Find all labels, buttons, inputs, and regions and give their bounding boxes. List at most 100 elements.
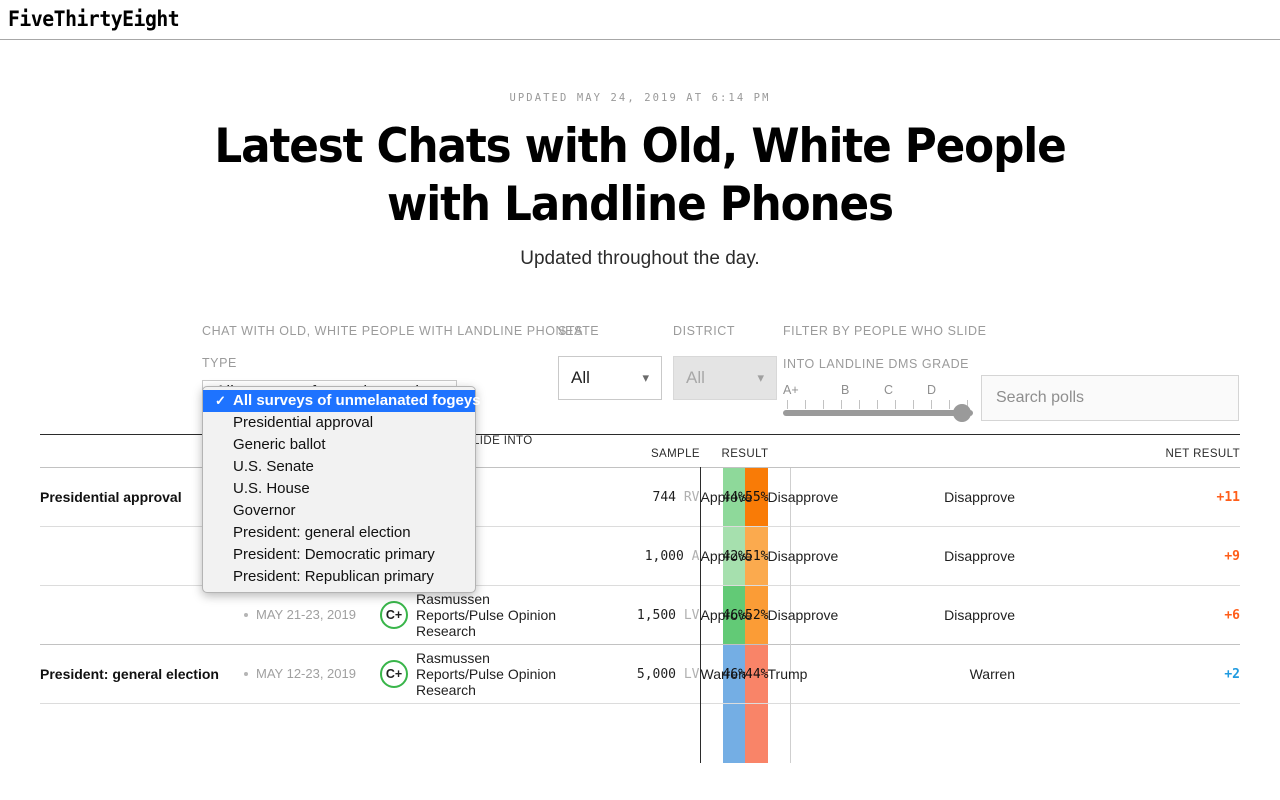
type-option[interactable]: U.S. Senate bbox=[203, 456, 475, 478]
grade-slider-thumb[interactable] bbox=[953, 404, 971, 422]
filter-bar: CHAT WITH OLD, WHITE PEOPLE WITH LANDLIN… bbox=[0, 318, 1280, 593]
row-left-candidate: Approve bbox=[700, 467, 753, 527]
pollster-name[interactable]: Rasmussen Reports/Pulse Opinion Research bbox=[416, 591, 580, 639]
chevron-down-icon: ▾ bbox=[757, 370, 764, 385]
grade-tick bbox=[895, 400, 896, 409]
checkmark-icon: ✓ bbox=[215, 393, 226, 408]
fivethirtyeight-logo[interactable]: FiveThirtyEight bbox=[8, 9, 180, 30]
sample-size: 1,000 bbox=[644, 548, 692, 564]
type-option-label: All surveys of unmelanated fogeys bbox=[233, 392, 481, 409]
type-option[interactable]: U.S. House bbox=[203, 478, 475, 500]
col-header-result[interactable]: RESULT bbox=[700, 435, 790, 468]
row-left-percent: 42% bbox=[722, 526, 746, 586]
filter-label-type: TYPE bbox=[202, 356, 237, 370]
grade-mark-D: D bbox=[927, 383, 937, 397]
row-left-percent: 46% bbox=[722, 644, 746, 704]
row-left-percent: 44% bbox=[722, 467, 746, 527]
grade-tick bbox=[913, 400, 914, 409]
filter-label-chat: CHAT WITH OLD, WHITE PEOPLE WITH LANDLIN… bbox=[202, 324, 583, 338]
district-select-value: All bbox=[686, 368, 705, 387]
pollster-name[interactable]: Rasmussen Reports/Pulse Opinion Research bbox=[416, 650, 580, 698]
type-dropdown-menu[interactable]: ✓ All surveys of unmelanated fogeys Presid… bbox=[202, 386, 481, 593]
sample-size: 5,000 bbox=[636, 666, 684, 682]
sample-size: 1,500 bbox=[636, 607, 684, 623]
row-left-percent bbox=[722, 703, 745, 763]
grade-slider-labels: A+ B C D bbox=[783, 383, 973, 398]
type-option-label: Presidential approval bbox=[233, 414, 374, 431]
filter-label-grade-2: INTO LANDLINE DMS GRADE bbox=[783, 357, 970, 371]
row-sample-cell bbox=[580, 703, 701, 763]
row-net-leader bbox=[789, 703, 1015, 763]
grade-mark-C: C bbox=[884, 383, 894, 397]
filter-group-grade: FILTER BY PEOPLE WHO SLIDE INTO LANDLINE… bbox=[783, 324, 987, 422]
row-right-candidate: Trump bbox=[767, 644, 807, 704]
grade-slider[interactable]: A+ B C D bbox=[783, 383, 973, 422]
row-left-candidate bbox=[700, 703, 723, 763]
row-pollster-cell: C+ Rasmussen Reports/Pulse Opinion Resear… bbox=[380, 644, 580, 704]
state-select[interactable]: All ▾ bbox=[558, 356, 662, 400]
row-right-percent: 52% bbox=[745, 585, 768, 645]
poll-dates: MAY 12-23, 2019 bbox=[240, 666, 380, 682]
grade-tick bbox=[823, 400, 824, 409]
row-left-candidate: Warren bbox=[700, 644, 746, 704]
pollster-grade-badge[interactable]: C+ bbox=[380, 660, 408, 688]
chevron-down-icon: ▾ bbox=[642, 370, 649, 385]
poll-type-label: President: general election bbox=[40, 665, 219, 682]
state-select-value: All bbox=[571, 368, 590, 387]
filter-group-search bbox=[981, 375, 1239, 421]
row-right-candidate bbox=[767, 703, 790, 763]
filter-group-state: STATE All ▾ bbox=[558, 324, 662, 400]
sample-population: LV bbox=[683, 666, 700, 682]
district-select[interactable]: All ▾ bbox=[673, 356, 777, 400]
grade-mark-Aplus: A+ bbox=[783, 383, 799, 397]
filter-label-grade-1: FILTER BY PEOPLE WHO SLIDE bbox=[783, 324, 987, 338]
grade-tick bbox=[841, 400, 842, 409]
filter-label-district: DISTRICT bbox=[673, 324, 736, 338]
sample-size: 744 bbox=[652, 489, 684, 505]
table-row[interactable]: MAY 21-23, 2019 C+ Rasmussen Reports/Pulse… bbox=[40, 585, 1240, 645]
type-option-label: President: general election bbox=[233, 524, 411, 541]
poll-dates: MAY 21-23, 2019 bbox=[240, 607, 380, 623]
type-option[interactable]: ✓ All surveys of unmelanated fogeys bbox=[203, 390, 481, 412]
row-right-candidate: Disapprove bbox=[767, 585, 838, 645]
row-right-percent: 51% bbox=[745, 526, 768, 586]
row-dates-cell: MAY 12-23, 2019 bbox=[240, 644, 380, 704]
row-right-candidate: Disapprove bbox=[767, 526, 838, 586]
type-option[interactable]: Presidential approval bbox=[203, 412, 475, 434]
row-sample-cell: 1,500 LV bbox=[580, 585, 701, 645]
grade-mark-B: B bbox=[841, 383, 850, 397]
grade-slider-ticks bbox=[783, 400, 973, 410]
grade-tick bbox=[787, 400, 788, 409]
row-pollster-cell: C+ Rasmussen Reports/Pulse Opinion Resear… bbox=[380, 585, 580, 645]
table-row[interactable] bbox=[40, 703, 1240, 763]
type-option-label: President: Democratic primary bbox=[233, 546, 435, 563]
article-header: UPDATED MAY 24, 2019 AT 6:14 PM Latest C… bbox=[0, 40, 1280, 270]
type-option[interactable]: Governor bbox=[203, 500, 475, 522]
type-option[interactable]: Generic ballot bbox=[203, 434, 475, 456]
row-left-candidate: Approve bbox=[700, 526, 753, 586]
type-option[interactable]: President: Democratic primary bbox=[203, 544, 475, 566]
row-type-cell: President: general election bbox=[40, 644, 240, 704]
grade-slider-track[interactable] bbox=[783, 410, 973, 416]
type-option[interactable]: President: Republican primary bbox=[203, 566, 475, 588]
type-option-label: U.S. House bbox=[233, 480, 310, 497]
row-type-cell bbox=[40, 703, 240, 763]
col-header-net-result[interactable]: NET RESULT bbox=[790, 435, 1240, 468]
type-option[interactable]: President: general election bbox=[203, 522, 475, 544]
table-row[interactable]: President: general election MAY 12-23, 20… bbox=[40, 644, 1240, 704]
grade-tick bbox=[949, 400, 950, 409]
grade-tick bbox=[859, 400, 860, 409]
sample-population: RV bbox=[683, 489, 700, 505]
row-sample-cell: 5,000 LV bbox=[580, 644, 701, 704]
filter-group-district: DISTRICT All ▾ bbox=[673, 324, 777, 400]
row-right-percent: 44% bbox=[745, 644, 768, 704]
row-net-margin bbox=[1015, 703, 1240, 763]
pollster-grade-badge[interactable]: C+ bbox=[380, 601, 408, 629]
col-header-sample[interactable]: SAMPLE bbox=[580, 435, 700, 468]
search-input[interactable] bbox=[981, 375, 1239, 421]
type-option-label: President: Republican primary bbox=[233, 568, 434, 585]
row-net-leader: Warren bbox=[789, 644, 1015, 704]
page-subtitle: Updated throughout the day. bbox=[520, 248, 760, 269]
page-title: Latest Chats with Old, White People with… bbox=[214, 119, 1066, 232]
sample-population: A bbox=[691, 548, 700, 564]
